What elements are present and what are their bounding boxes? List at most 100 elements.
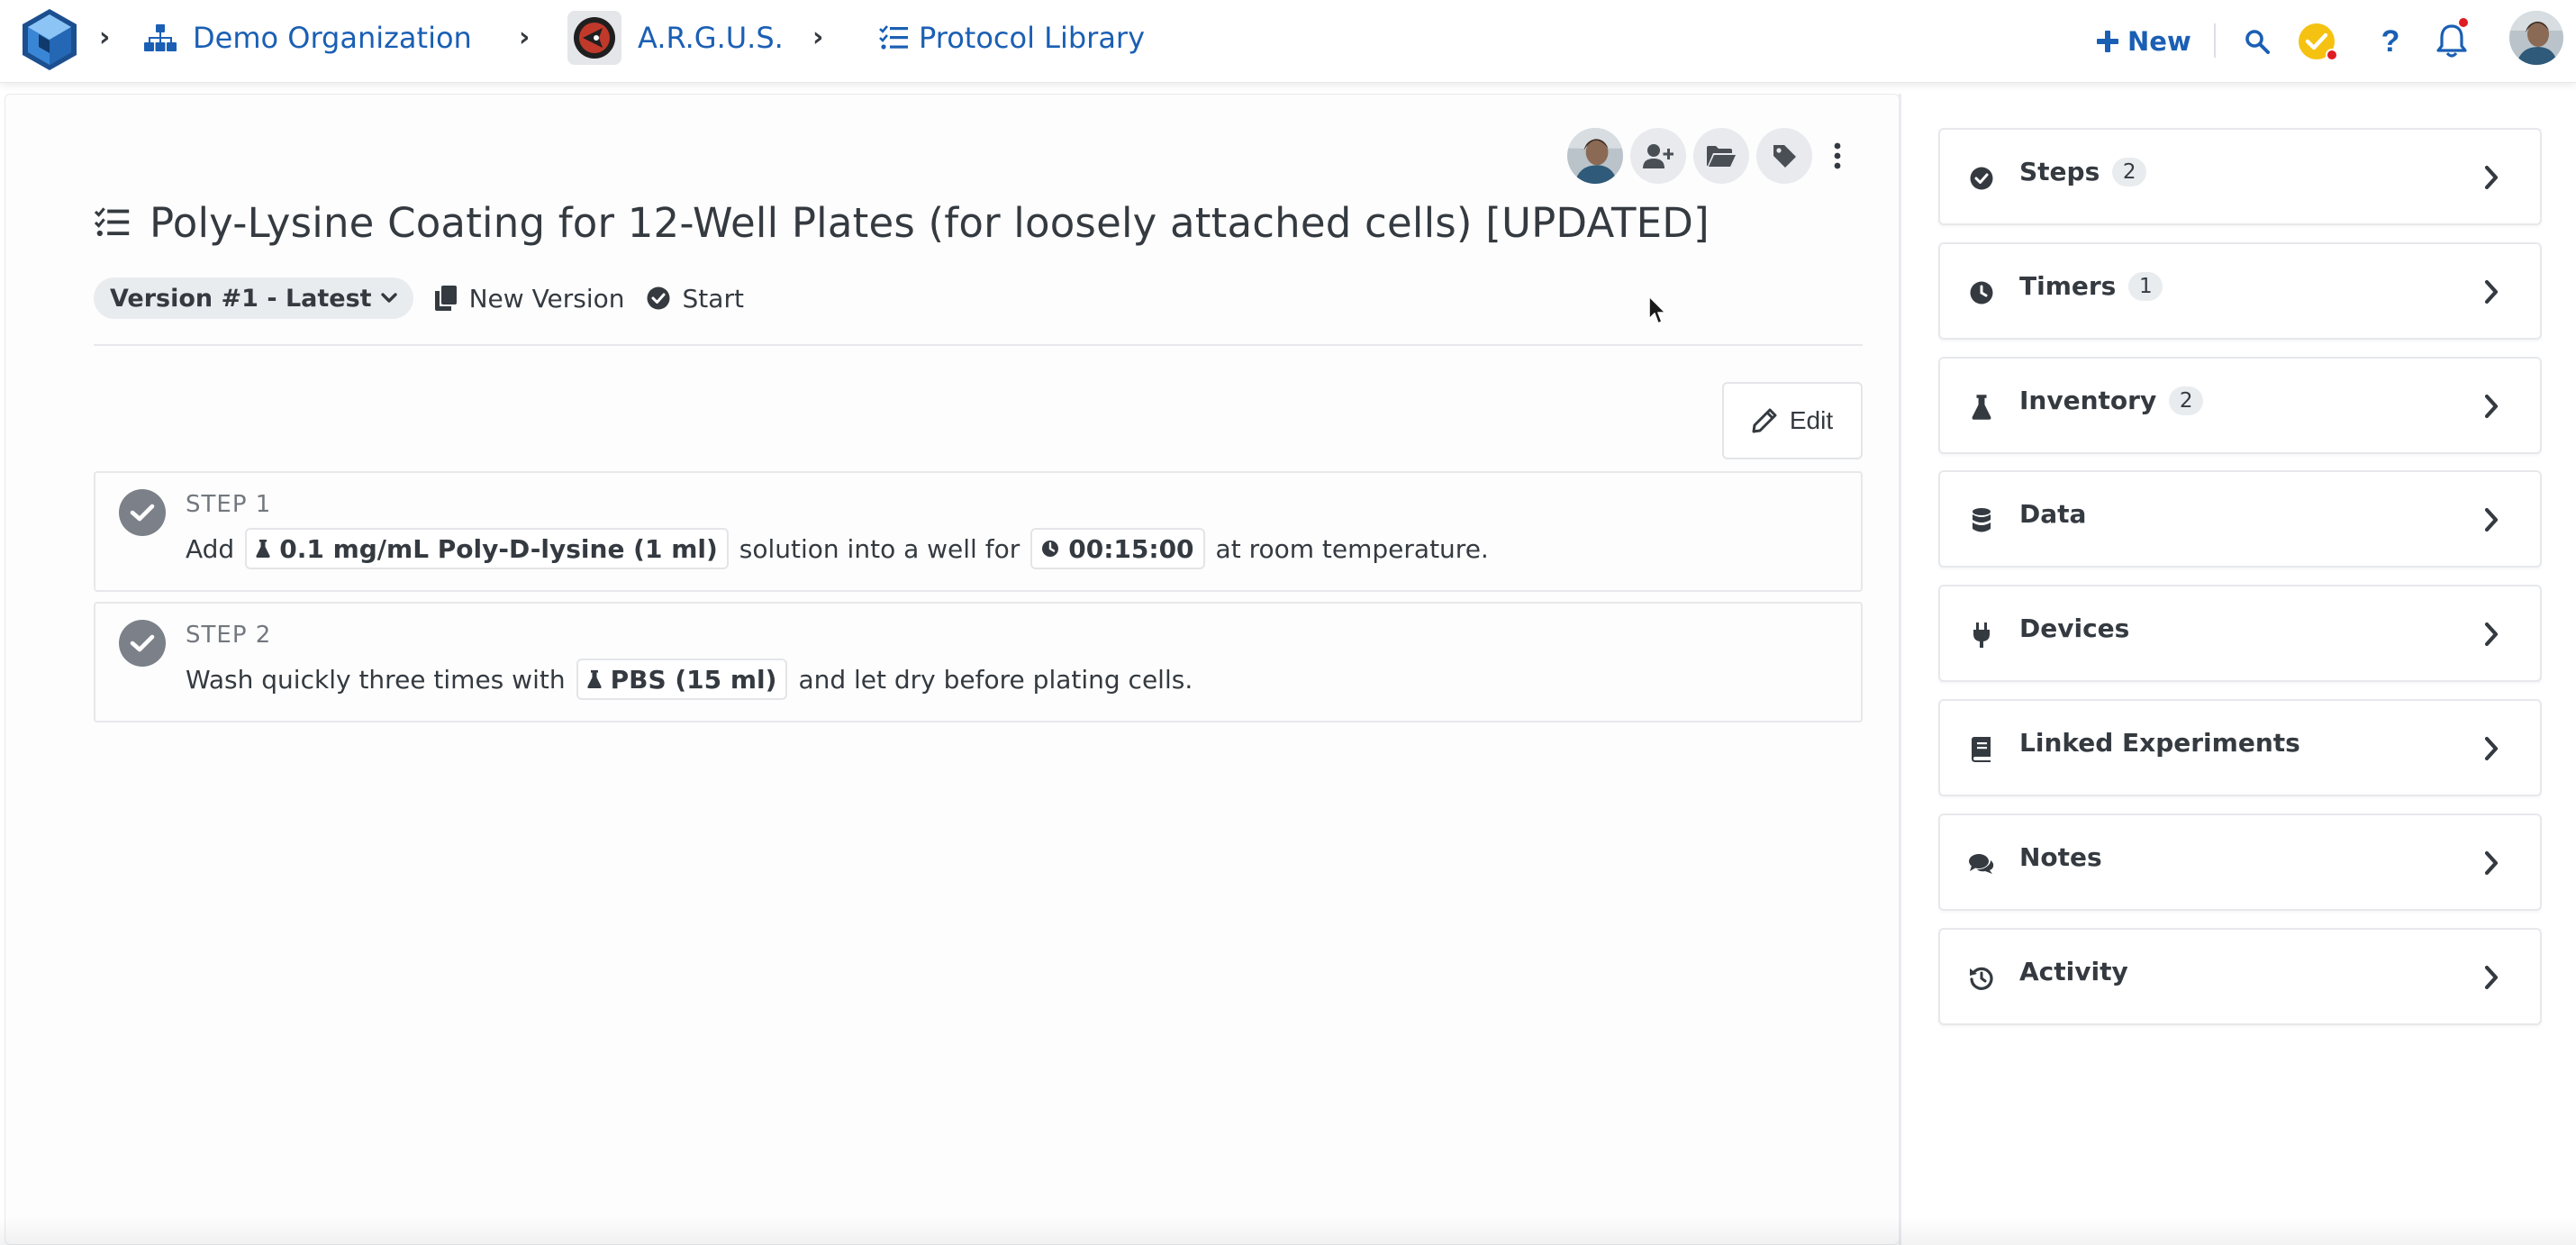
page-title: Poly-Lysine Coating for 12-Well Plates (…	[150, 198, 1710, 247]
step-description: Wash quickly three times with PBS (15 ml…	[186, 658, 1193, 701]
breadcrumb-protocol-library-label[interactable]: Protocol Library	[919, 21, 1145, 55]
comments-icon	[1969, 851, 1994, 877]
user-photo-icon	[2509, 11, 2563, 65]
step-complete-check-icon[interactable]	[119, 620, 166, 667]
start-button[interactable]: Start	[647, 284, 744, 314]
chevron-right-icon	[2484, 965, 2499, 990]
start-label[interactable]: Start	[683, 284, 744, 314]
copy-icon	[434, 286, 457, 311]
flask-icon	[256, 540, 270, 558]
search-button[interactable]	[2234, 18, 2281, 65]
top-navbar: › Demo Organization › A.R.G.U.S. › Proto…	[0, 0, 2576, 83]
panel-divider	[1899, 94, 1901, 1245]
navbar-divider	[2214, 23, 2216, 58]
tag-icon	[1773, 145, 1796, 168]
notifications-button[interactable]	[2428, 16, 2475, 65]
move-to-folder-button[interactable]	[1693, 128, 1749, 184]
sidebar-card-activity[interactable]: Activity	[1938, 928, 2542, 1025]
breadcrumb-chevron-icon: ›	[99, 22, 111, 53]
sidebar-card-title: Inventory	[2019, 386, 2157, 415]
sidebar-card-notes[interactable]: Notes	[1938, 813, 2542, 911]
sidebar-card-label: Inventory 2	[2019, 386, 2204, 415]
count-badge: 1	[2128, 271, 2163, 301]
header-divider	[94, 344, 1863, 346]
chevron-right-icon	[2484, 622, 2499, 647]
tasks-button[interactable]	[2293, 18, 2340, 65]
sidebar-card-label: Data	[2019, 499, 2086, 529]
new-button-label[interactable]: New	[2127, 26, 2191, 57]
sidebar-card-label: Notes	[2019, 842, 2102, 872]
inventory-chip[interactable]: 0.1 mg/mL Poly-D-lysine (1 ml)	[245, 528, 729, 569]
version-toolbar: Version #1 - Latest New Version Start	[94, 277, 744, 320]
user-plus-icon	[1643, 144, 1673, 168]
version-select-label: Version #1 - Latest	[110, 284, 372, 313]
sidebar-card-label: Activity	[2019, 957, 2128, 986]
database-icon	[1969, 508, 1994, 533]
more-vertical-icon	[1834, 142, 1841, 169]
owner-photo-icon	[1567, 128, 1623, 184]
step-complete-check-icon[interactable]	[119, 489, 166, 536]
new-button[interactable]: New	[2097, 20, 2191, 63]
protocol-header-actions	[1567, 126, 1855, 186]
chevron-down-icon	[380, 293, 397, 303]
search-icon	[2245, 30, 2270, 54]
sidebar-card-data[interactable]: Data	[1938, 470, 2542, 568]
version-select[interactable]: Version #1 - Latest	[94, 277, 413, 319]
new-version-button[interactable]: New Version	[434, 284, 625, 314]
sidebar-card-title: Devices	[2019, 613, 2130, 643]
user-avatar[interactable]	[2509, 11, 2563, 65]
breadcrumb-project-label[interactable]: A.R.G.U.S.	[638, 21, 784, 55]
app-logo-icon[interactable]	[20, 7, 79, 72]
sidebar-card-label: Steps 2	[2019, 157, 2147, 186]
check-circle-icon	[1969, 166, 1994, 191]
step-text-segment: at room temperature.	[1215, 533, 1489, 564]
edit-button[interactable]: Edit	[1722, 382, 1863, 459]
breadcrumb-organization[interactable]: Demo Organization	[144, 16, 472, 59]
sidebar-card-timers[interactable]: Timers 1	[1938, 242, 2542, 340]
protocol-step-2[interactable]: STEP 2 Wash quickly three times with PBS…	[94, 602, 1863, 722]
sidebar-card-title: Data	[2019, 499, 2087, 529]
chevron-right-icon	[2484, 736, 2499, 761]
breadcrumb-protocol-library[interactable]: Protocol Library	[879, 16, 1145, 59]
breadcrumb-project[interactable]: A.R.G.U.S.	[567, 11, 784, 65]
breadcrumb-chevron-icon: ›	[519, 22, 531, 53]
sidebar-card-devices[interactable]: Devices	[1938, 585, 2542, 682]
bottom-shadow	[0, 1216, 2576, 1245]
sidebar-card-title: Steps	[2019, 157, 2100, 186]
help-button[interactable]: ?	[2367, 18, 2414, 65]
flask-icon	[1969, 395, 1994, 420]
inventory-chip-label: PBS (15 ml)	[610, 664, 777, 695]
step-text-segment: Add	[186, 533, 235, 564]
history-icon	[1969, 966, 1994, 991]
plug-icon	[1969, 622, 1994, 648]
more-options-button[interactable]	[1819, 128, 1855, 184]
sidebar-card-label: Linked Experiments	[2019, 728, 2300, 758]
count-badge: 2	[2169, 386, 2204, 415]
breadcrumb-organization-label[interactable]: Demo Organization	[193, 21, 472, 55]
new-version-label[interactable]: New Version	[469, 284, 625, 314]
chevron-right-icon	[2484, 850, 2499, 876]
share-user-button[interactable]	[1630, 128, 1686, 184]
pencil-icon	[1752, 408, 1777, 433]
breadcrumb-chevron-icon: ›	[812, 22, 824, 53]
tasks-notification-dot	[2326, 49, 2338, 61]
sidebar-card-inventory[interactable]: Inventory 2	[1938, 357, 2542, 454]
sidebar-card-linked-experiments[interactable]: Linked Experiments	[1938, 699, 2542, 796]
step-number-label: STEP 1	[186, 491, 272, 518]
sidebar-card-label: Devices	[2019, 613, 2129, 643]
book-icon	[1969, 737, 1994, 762]
tag-button[interactable]	[1756, 128, 1812, 184]
inventory-chip[interactable]: PBS (15 ml)	[576, 659, 788, 700]
edit-label[interactable]: Edit	[1790, 406, 1833, 435]
plus-icon	[2097, 31, 2118, 52]
protocol-owner-avatar[interactable]	[1567, 128, 1623, 184]
step-description: Add 0.1 mg/mL Poly-D-lysine (1 ml) solut…	[186, 527, 1489, 570]
protocol-step-1[interactable]: STEP 1 Add 0.1 mg/mL Poly-D-lysine (1 ml…	[94, 471, 1863, 592]
mouse-cursor-icon	[1648, 295, 1666, 324]
sidebar-card-steps[interactable]: Steps 2	[1938, 128, 2542, 225]
timer-chip[interactable]: 00:15:00	[1030, 528, 1205, 569]
folder-open-icon	[1707, 146, 1736, 167]
project-logo-icon	[574, 17, 615, 59]
project-avatar	[567, 11, 621, 65]
step-text-segment: solution into a well for	[739, 533, 1020, 564]
